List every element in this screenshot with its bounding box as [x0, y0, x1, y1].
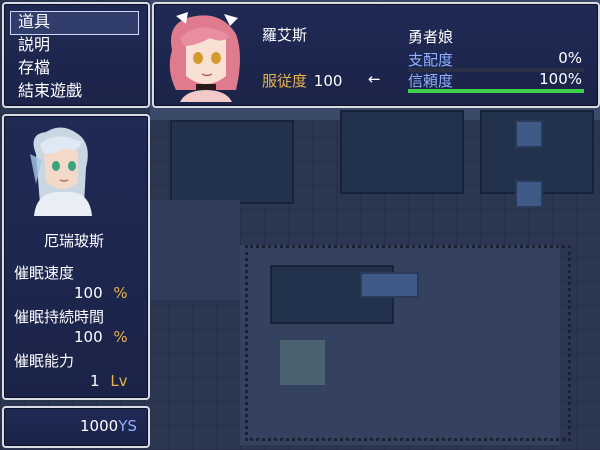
- trust-value: 100%: [539, 70, 582, 88]
- stat-value: 100: [74, 328, 103, 346]
- left-arrow-icon: ←: [368, 70, 381, 88]
- trust-label: 信頼度: [408, 72, 454, 90]
- stat-hypnosis-ability-value: 1 Lv: [90, 372, 128, 390]
- target-status-window: 羅艾斯 服従度 100 ← 勇者娘 支配度 0% 信頼度 100%: [152, 2, 600, 108]
- obedience-value: 100: [313, 72, 343, 90]
- domination-label: 支配度: [408, 51, 454, 69]
- obedience-label: 服従度: [262, 72, 308, 90]
- gold-value: 1000: [80, 417, 119, 435]
- gold-window: 1000YS: [2, 406, 150, 448]
- stat-hypnosis-duration-label: 催眠持続時間: [14, 308, 105, 326]
- player-status-window: 厄瑞玻斯 催眠速度 100 % 催眠持続時間 100 % 催眠能力 1 Lv: [2, 114, 150, 400]
- target-class-name: 勇者娘: [408, 28, 454, 46]
- stat-unit: %: [113, 328, 128, 346]
- stat-unit: Lv: [110, 372, 128, 390]
- command-menu: 道具 説明 存檔 結束遊戲: [2, 2, 150, 108]
- trust-gauge: [408, 89, 584, 93]
- target-name: 羅艾斯: [262, 26, 308, 44]
- domination-value: 0%: [558, 49, 582, 67]
- stat-hypnosis-speed-value: 100 %: [74, 284, 128, 302]
- stat-value: 1: [90, 372, 100, 390]
- menu-item-items[interactable]: 道具: [18, 11, 50, 33]
- stat-hypnosis-ability-label: 催眠能力: [14, 352, 75, 370]
- stat-hypnosis-speed-label: 催眠速度: [14, 264, 75, 282]
- stat-unit: %: [113, 284, 128, 302]
- gold-unit: YS: [118, 417, 137, 435]
- player-portrait: [26, 124, 98, 216]
- stat-value: 100: [74, 284, 103, 302]
- menu-item-help[interactable]: 説明: [18, 34, 50, 56]
- trust-gauge-fill: [408, 89, 584, 93]
- menu-item-quit-game[interactable]: 結束遊戲: [18, 80, 82, 102]
- player-name: 厄瑞玻斯: [44, 232, 105, 250]
- target-portrait: [166, 10, 244, 102]
- stat-hypnosis-duration-value: 100 %: [74, 328, 128, 346]
- gold-display: 1000YS: [80, 417, 137, 435]
- menu-item-save[interactable]: 存檔: [18, 57, 50, 79]
- target-obedience: 服従度 100: [262, 70, 342, 91]
